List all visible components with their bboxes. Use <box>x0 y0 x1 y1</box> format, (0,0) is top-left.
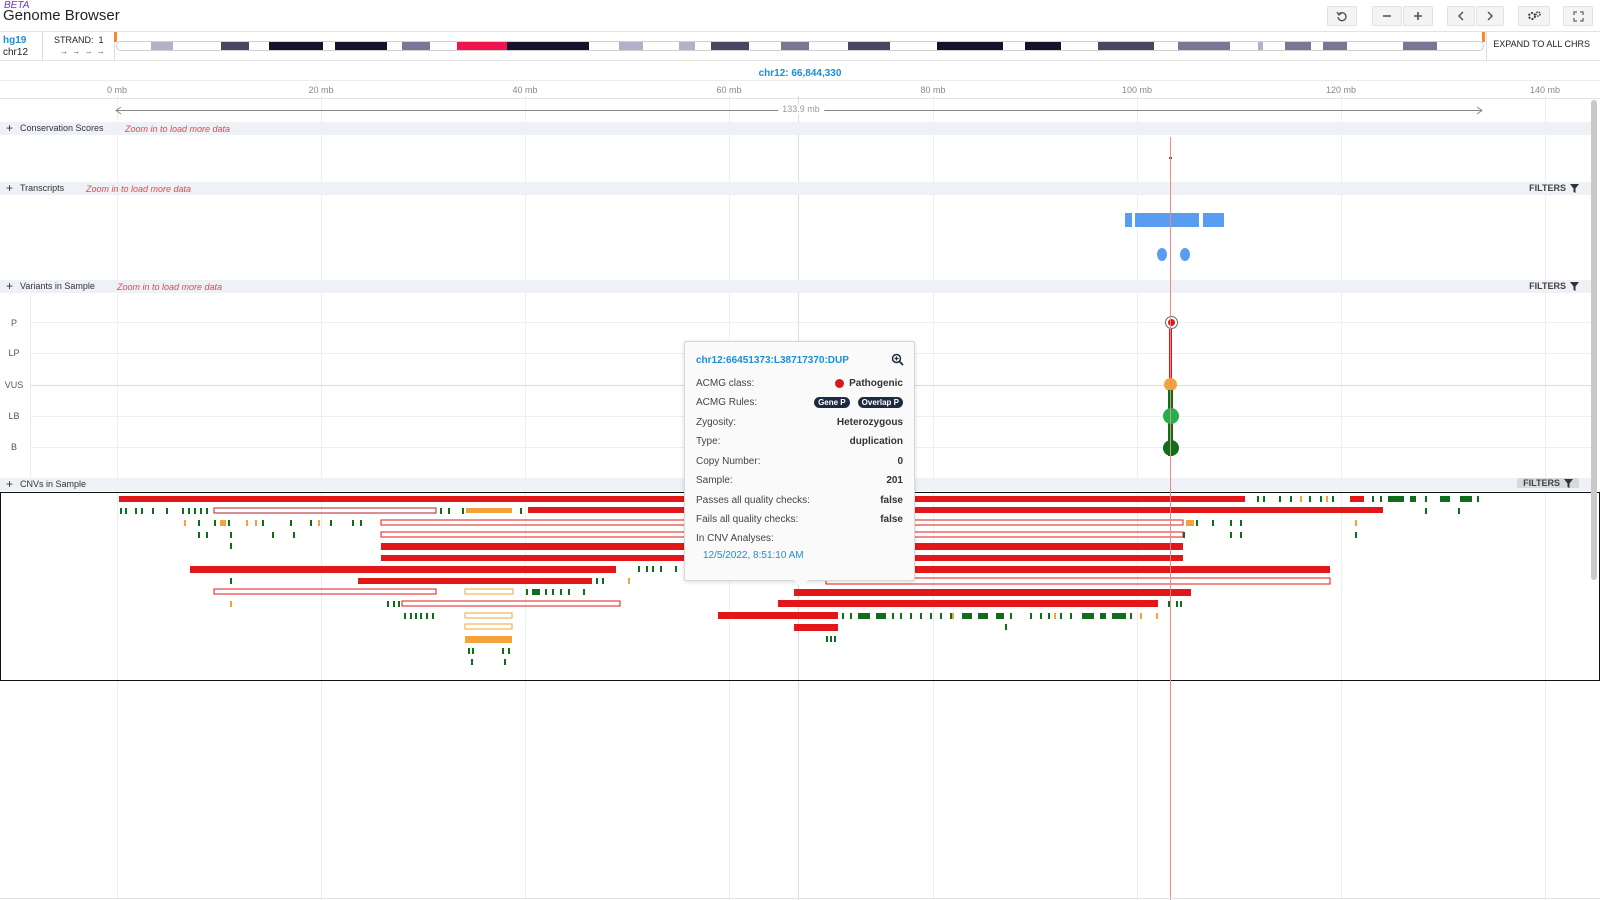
tooltip-row-fails-qc: Fails all quality checks: false <box>696 513 903 525</box>
variants-filters-button[interactable]: FILTERS <box>1529 281 1579 291</box>
tooltip-row-zygosity: Zygosity: Heterozygous <box>696 416 903 428</box>
tooltip-row-sample: Sample: 201 <box>696 474 903 486</box>
chevron-right-icon <box>1485 11 1495 21</box>
fullscreen-icon <box>1572 10 1584 22</box>
track-header-conservation[interactable]: + Conservation Scores Zoom in to load mo… <box>0 121 1591 135</box>
expand-all-chrs-button[interactable]: EXPAND TO ALL CHRS <box>1493 39 1590 49</box>
pan-right-button[interactable] <box>1476 6 1504 26</box>
expand-track-icon[interactable]: + <box>6 181 13 195</box>
chevron-left-icon <box>1456 11 1466 21</box>
variant-tooltip: chr12:66451373:L38717370:DUP ACMG class:… <box>684 341 915 587</box>
transcript-feature[interactable] <box>1135 213 1199 227</box>
ruler-tick: 80 mb <box>920 85 946 95</box>
transcript-feature[interactable] <box>1125 213 1132 227</box>
cursor-position-line <box>1170 137 1171 900</box>
variant-class-label: P <box>10 318 17 328</box>
track-header-variants[interactable]: + Variants in Sample Zoom in to load mor… <box>0 279 1591 293</box>
variant-class-label: LP <box>8 348 20 358</box>
expand-track-icon[interactable]: + <box>6 121 13 135</box>
tooltip-row-type: Type: duplication <box>696 435 903 447</box>
pathogenic-dot-icon <box>835 378 845 388</box>
tooltip-row-acmg-class: ACMG class: Pathogenic <box>696 377 903 389</box>
chromosome-label: chr12 <box>3 47 29 58</box>
assembly-label: hg19 <box>3 35 27 46</box>
ruler-tick: 120 mb <box>1325 85 1357 95</box>
variant-class-label: B <box>10 442 17 452</box>
transcript-feature[interactable] <box>1180 248 1190 261</box>
tooltip-row-passes-qc: Passes all quality checks: false <box>696 494 903 506</box>
filter-icon <box>1564 478 1573 488</box>
settings-button[interactable] <box>1518 6 1550 26</box>
variant-marker-pathogenic[interactable] <box>1165 316 1178 329</box>
ruler-tick: 60 mb <box>716 85 742 95</box>
ideogram-start-marker <box>114 32 117 42</box>
tooltip-row-copy-number: Copy Number: 0 <box>696 455 903 467</box>
ruler-tick: 20 mb <box>308 85 334 95</box>
ruler-tick: 140 mb <box>1529 85 1561 95</box>
undo-button[interactable] <box>1327 6 1357 26</box>
zoom-out-icon <box>1381 10 1393 22</box>
cnv-analysis-link[interactable]: 12/5/2022, 8:51:10 AM <box>703 550 804 561</box>
undo-icon <box>1336 10 1348 22</box>
span-length-label: 133.9 mb <box>778 104 824 114</box>
cnvs-filters-button[interactable]: FILTERS <box>1517 478 1579 488</box>
expand-track-icon[interactable]: + <box>6 279 13 293</box>
pan-left-button[interactable] <box>1447 6 1475 26</box>
variant-class-label: VUS <box>4 380 24 390</box>
variant-marker-likely-benign[interactable] <box>1163 408 1179 424</box>
expand-track-icon[interactable]: + <box>6 477 13 491</box>
track-header-transcripts[interactable]: + Transcripts Zoom in to load more data … <box>0 181 1591 195</box>
transcript-feature[interactable] <box>1203 213 1224 227</box>
variant-marker-benign[interactable] <box>1163 440 1179 456</box>
strand-arrows-icon: → → → → <box>60 47 106 56</box>
acmg-rule-badge: Overlap P <box>857 396 903 408</box>
transcript-feature[interactable] <box>1157 248 1167 261</box>
chromosome-ideogram[interactable] <box>116 41 1484 51</box>
locus-label: chr12: 66,844,330 <box>758 68 842 79</box>
settings-icon <box>1527 10 1541 22</box>
page-title: Genome Browser <box>3 7 120 24</box>
fullscreen-button[interactable] <box>1563 6 1593 26</box>
strand-indicator[interactable]: STRAND: 1 <box>54 35 104 45</box>
tooltip-row-cnv-analyses: In CNV Analyses: <box>696 532 774 544</box>
zoom-in-button[interactable] <box>1403 6 1433 26</box>
ideogram-end-marker <box>1482 32 1485 42</box>
ruler-tick: 0 mb <box>106 85 128 95</box>
variant-class-label: LB <box>8 411 20 421</box>
transcripts-filters-button[interactable]: FILTERS <box>1529 183 1579 193</box>
filter-icon <box>1570 281 1579 291</box>
zoom-to-variant-icon[interactable] <box>891 353 904 369</box>
vertical-scrollbar[interactable] <box>1591 100 1597 580</box>
ruler-tick: 40 mb <box>512 85 538 95</box>
zoom-in-icon <box>1412 10 1424 22</box>
acmg-rule-badge: Gene P <box>814 396 850 408</box>
tooltip-row-acmg-rules: ACMG Rules: Gene P Overlap P <box>696 395 903 409</box>
zoom-out-button[interactable] <box>1372 6 1402 26</box>
ruler-tick: 100 mb <box>1121 85 1153 95</box>
filter-icon <box>1570 183 1579 193</box>
variant-id-link[interactable]: chr12:66451373:L38717370:DUP <box>696 355 849 366</box>
